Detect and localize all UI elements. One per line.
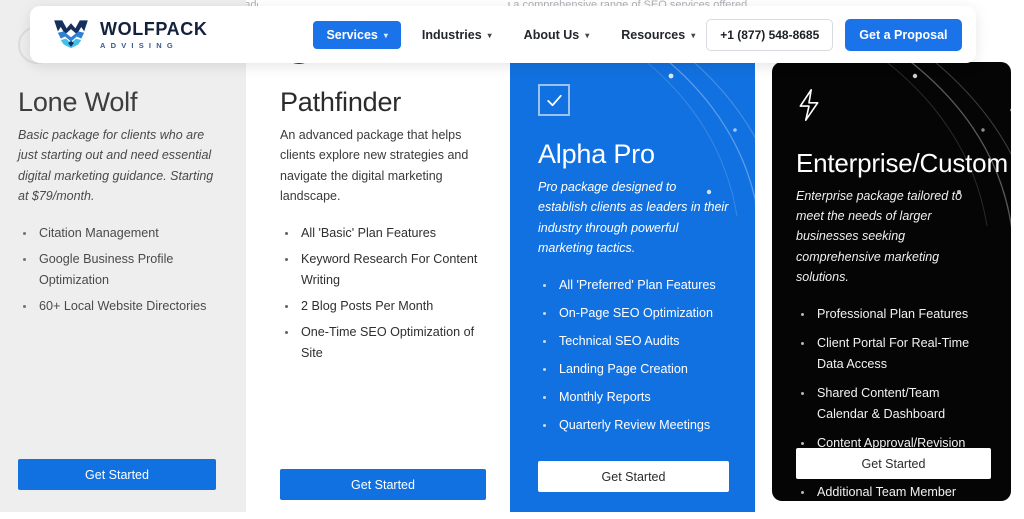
header-actions: +1 (877) 548-8685 Get a Proposal	[706, 18, 962, 51]
get-started-button[interactable]: Get Started	[796, 448, 991, 479]
list-item: Technical SEO Audits	[538, 331, 729, 352]
pricing-card-row: Lone Wolf Basic package for clients who …	[0, 0, 1024, 519]
nav-item-resources[interactable]: Resources ▾	[610, 21, 706, 49]
nav-label: Resources	[621, 27, 686, 42]
page-root: header and sub-header content above the …	[0, 0, 1024, 519]
site-header: WOLFPACK ADVISING Services ▾ Industries …	[30, 6, 976, 63]
plan-description: Enterprise package tailored to meet the …	[796, 188, 963, 284]
nav-item-about-us[interactable]: About Us ▾	[513, 21, 601, 49]
main-navigation: Services ▾ Industries ▾ About Us ▾ Resou…	[313, 20, 706, 49]
list-item: 2 Blog Posts Per Month	[280, 296, 486, 317]
chevron-down-icon: ▾	[487, 31, 492, 40]
pricing-card-pathfinder[interactable]: Pathfinder An advanced package that help…	[258, 0, 508, 512]
list-item: One-Time SEO Optimization of Site	[280, 322, 486, 364]
nav-label: About Us	[523, 27, 580, 42]
chevron-down-icon: ▾	[585, 31, 590, 40]
feature-list: Citation Management Google Business Prof…	[18, 223, 224, 317]
brand-name: WOLFPACK	[100, 18, 208, 39]
plan-title: Enterprise/Custom	[796, 148, 1008, 178]
chevron-down-icon: ▾	[383, 31, 388, 40]
get-a-proposal-button[interactable]: Get a Proposal	[845, 18, 962, 51]
brand-tagline: ADVISING	[100, 40, 178, 50]
list-item: Client Portal For Real-Time Data Access	[796, 333, 991, 375]
get-started-button[interactable]: Get Started	[18, 459, 216, 490]
plan-description: Pro package designed to establish client…	[538, 180, 729, 255]
list-item: Shared Content/Team Calendar & Dashboard	[796, 383, 991, 425]
nav-label: Industries	[421, 27, 482, 42]
nav-item-services[interactable]: Services ▾	[313, 20, 401, 49]
plan-title: Pathfinder	[280, 87, 402, 117]
chevron-down-icon: ▾	[691, 31, 696, 40]
list-item: Monthly Reports	[538, 387, 729, 408]
pricing-card-alpha-pro[interactable]: Alpha Pro Pro package designed to establ…	[510, 58, 755, 512]
get-started-button[interactable]: Get Started	[538, 461, 729, 492]
list-item: Landing Page Creation	[538, 359, 729, 380]
nav-label: Services	[326, 27, 378, 42]
list-item: All 'Basic' Plan Features	[280, 223, 486, 244]
phone-button[interactable]: +1 (877) 548-8685	[706, 18, 834, 51]
wolf-head-icon	[54, 19, 88, 48]
pricing-card-enterprise-custom[interactable]: Enterprise/Custom Enterprise package tai…	[772, 62, 1011, 501]
brand-logo[interactable]: WOLFPACK ADVISING	[52, 18, 207, 52]
feature-list: All 'Basic' Plan Features Keyword Resear…	[280, 223, 486, 363]
list-item: Citation Management	[18, 223, 224, 244]
list-item: 60+ Local Website Directories	[18, 296, 224, 317]
nav-item-industries[interactable]: Industries ▾	[411, 21, 503, 49]
pricing-card-lone-wolf[interactable]: Lone Wolf Basic package for clients who …	[0, 0, 246, 512]
plan-title: Alpha Pro	[538, 139, 655, 169]
get-started-button[interactable]: Get Started	[280, 469, 486, 500]
plan-title: Lone Wolf	[18, 87, 138, 117]
plan-description: An advanced package that helps clients e…	[280, 128, 469, 203]
check-square-icon	[538, 84, 570, 116]
lightning-bolt-icon	[796, 88, 830, 126]
list-item: Google Business Profile Optimization	[18, 249, 224, 291]
plan-description: Basic package for clients who are just s…	[18, 128, 214, 203]
list-item: Quarterly Review Meetings	[538, 415, 729, 436]
list-item: Keyword Research For Content Writing	[280, 249, 486, 291]
list-item: All 'Preferred' Plan Features	[538, 275, 729, 296]
feature-list: All 'Preferred' Plan Features On-Page SE…	[538, 275, 729, 435]
list-item: Professional Plan Features	[796, 304, 991, 325]
list-item: On-Page SEO Optimization	[538, 303, 729, 324]
list-item: Additional Team Member Resources	[796, 482, 991, 501]
